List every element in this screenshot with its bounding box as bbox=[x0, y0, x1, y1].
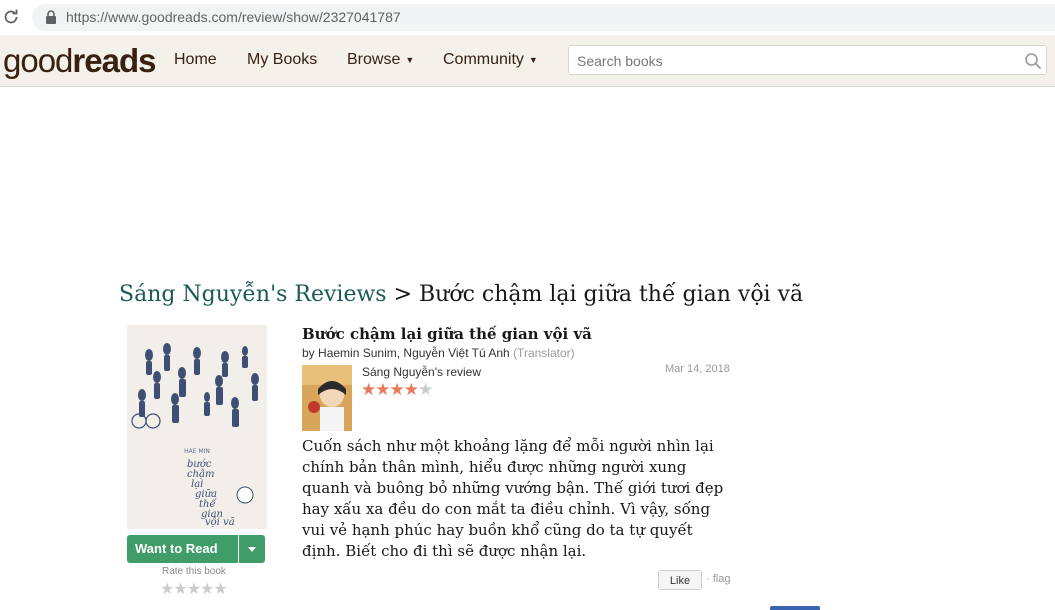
want-to-read-group: Want to Read bbox=[127, 535, 265, 563]
review-rating: ★★★★★ bbox=[361, 380, 433, 400]
reload-icon[interactable] bbox=[2, 8, 20, 26]
address-text[interactable]: https://www.goodreads.com/review/show/23… bbox=[66, 9, 401, 25]
lock-icon bbox=[46, 10, 56, 24]
nav-browse[interactable]: Browse ▼ bbox=[347, 50, 414, 70]
star-icon[interactable]: ★ bbox=[213, 581, 227, 598]
like-button[interactable]: Like bbox=[658, 570, 702, 590]
caret-down-icon: ▼ bbox=[528, 55, 538, 65]
nav-my-books[interactable]: My Books bbox=[247, 50, 317, 70]
author-link[interactable]: Haemin Sunim bbox=[318, 346, 397, 360]
search-icon[interactable] bbox=[1024, 52, 1042, 70]
shelf-dropdown-button[interactable] bbox=[239, 535, 265, 563]
book-cover[interactable]: HAE MIN bước chậm lại giữa thế gian vội … bbox=[127, 325, 267, 529]
search-input[interactable] bbox=[577, 51, 1007, 71]
reviewer-label[interactable]: Sáng Nguyễn's review bbox=[362, 365, 481, 379]
browser-url-bar: https://www.goodreads.com/review/show/23… bbox=[0, 0, 1055, 35]
book-title[interactable]: Bước chậm lại giữa thế gian vội vã bbox=[302, 325, 592, 343]
partial-button[interactable] bbox=[770, 606, 820, 610]
review-date[interactable]: Mar 14, 2018 bbox=[665, 363, 730, 375]
star-icon[interactable]: ★ bbox=[200, 581, 214, 598]
breadcrumb-separator: > bbox=[386, 282, 420, 307]
star-icon: ★ bbox=[361, 380, 376, 399]
star-icon: ★ bbox=[375, 380, 390, 399]
nav-home[interactable]: Home bbox=[174, 50, 217, 70]
want-to-read-button[interactable]: Want to Read bbox=[127, 535, 238, 563]
review-text: Cuốn sách như một khoảng lặng để mỗi ngư… bbox=[302, 437, 724, 560]
star-icon[interactable]: ★ bbox=[187, 581, 201, 598]
nav-browse-label: Browse bbox=[347, 51, 401, 69]
rate-this-book-label: Rate this book bbox=[162, 566, 226, 577]
book-byline: by Haemin Sunim, Nguyễn Việt Tú Anh (Tra… bbox=[302, 346, 575, 360]
nav-my-books-label: My Books bbox=[247, 51, 318, 68]
flag-link[interactable]: flag bbox=[713, 573, 731, 585]
star-icon[interactable]: ★ bbox=[173, 581, 187, 598]
translator-link[interactable]: Nguyễn Việt Tú Anh bbox=[403, 346, 509, 360]
page-title: Sáng Nguyễn's Reviews > Bước chậm lại gi… bbox=[119, 282, 803, 307]
reviews-link[interactable]: Sáng Nguyễn's Reviews bbox=[119, 282, 387, 307]
flag-separator: · bbox=[706, 573, 713, 585]
translator-role: (Translator) bbox=[513, 346, 575, 360]
nav-community-label: Community bbox=[443, 51, 524, 69]
logo-reads-text: reads bbox=[72, 42, 156, 79]
star-icon[interactable]: ★ bbox=[160, 581, 174, 598]
star-icon: ★ bbox=[389, 380, 405, 399]
flag-area: · flag bbox=[706, 573, 730, 585]
star-icon: ★ bbox=[418, 380, 433, 399]
heading-book-title[interactable]: Bước chậm lại giữa thế gian vội vã bbox=[419, 282, 803, 307]
star-icon: ★ bbox=[403, 380, 419, 399]
logo-good-text: good bbox=[3, 42, 73, 79]
caret-down-icon: ▼ bbox=[405, 55, 415, 65]
rate-stars[interactable]: ★★★★★ bbox=[160, 579, 228, 599]
svg-text:vội vã: vội vã bbox=[205, 517, 235, 528]
by-label: by bbox=[302, 346, 315, 360]
goodreads-logo[interactable]: goodreads bbox=[3, 42, 156, 79]
nav-community[interactable]: Community ▼ bbox=[443, 50, 538, 70]
svg-text:HAE MIN: HAE MIN bbox=[184, 448, 210, 455]
nav-home-label: Home bbox=[174, 51, 217, 68]
avatar[interactable] bbox=[302, 365, 352, 431]
search-box bbox=[568, 45, 1047, 75]
